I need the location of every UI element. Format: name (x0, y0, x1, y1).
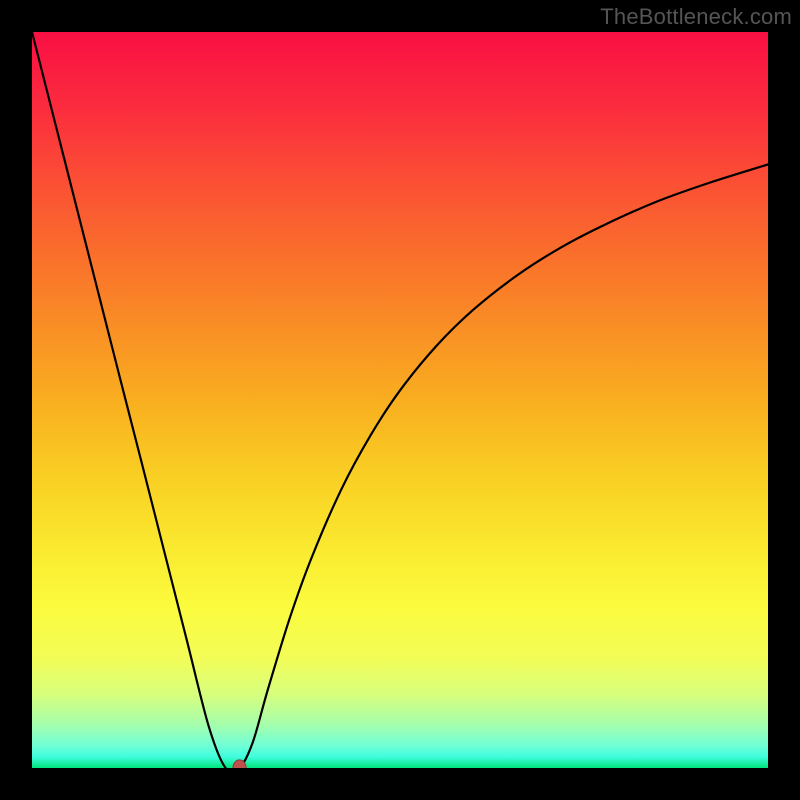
bottleneck-chart (32, 32, 768, 768)
outer-frame: TheBottleneck.com (0, 0, 800, 800)
watermark-text: TheBottleneck.com (600, 4, 792, 30)
gradient-background (32, 32, 768, 768)
plot-area (32, 32, 768, 768)
